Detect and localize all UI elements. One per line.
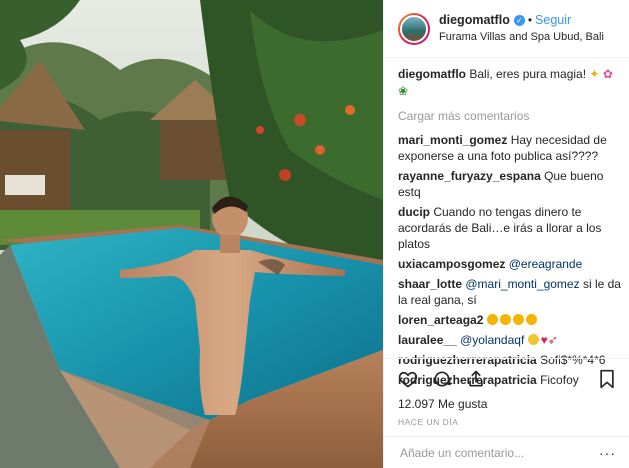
post-photo[interactable] [0,0,383,468]
smirk-icon [527,334,539,345]
username-link[interactable]: diegomatflo [439,13,510,28]
comment-input[interactable] [398,444,582,461]
verified-badge-icon: ✓ [513,14,525,26]
location-link[interactable]: Furama Villas and Spa Ubud, Bali [439,30,604,45]
comment-username[interactable]: loren_arteaga2 [398,313,483,327]
more-options-icon[interactable]: ··· [599,445,616,461]
sparkles-icon: ✦ [589,67,600,81]
comment-username[interactable]: lauralee__ [398,333,457,347]
heart-icon[interactable] [398,369,418,389]
comment-item: shaar_lotte @mari_monti_gomez si le da l… [398,276,622,308]
comment-item: mari_monti_gomez Hay necesidad de expone… [398,132,622,164]
comment-item: rayanne_furyazy_espana Que bueno estq [398,168,622,200]
bow-arrow-icon: ➶ [547,333,558,347]
bookmark-icon[interactable] [598,369,616,389]
heart-eyes-icon [486,314,498,325]
pool-scene-image [0,0,383,468]
comment-item: ducip Cuando no tengas dinero te acordar… [398,204,622,252]
add-comment-bar: ··· [384,436,629,468]
caption-text: Bali, eres pura magia! [469,67,587,81]
post-side-panel: diegomatflo ✓ • Seguir Furama Villas and… [383,0,629,468]
post-header: diegomatflo ✓ • Seguir Furama Villas and… [384,0,629,58]
post-caption: diegomatflo Bali, eres pura magia! ✦ ✿ ❀ [398,66,622,100]
post-actions-section: 12.097 Me gusta HACE UN DÍA [384,358,629,427]
comment-item: loren_arteaga2 [398,312,622,328]
avatar[interactable] [398,12,430,45]
follow-button[interactable]: Seguir [535,13,571,28]
comment-icon[interactable] [432,369,452,389]
action-bar [384,359,629,391]
likes-count[interactable]: 12.097 Me gusta [384,391,629,411]
comment-mention[interactable]: @yolandaqf [460,333,524,347]
comment-username[interactable]: shaar_lotte [398,277,462,291]
comment-mention[interactable]: @ereagrande [509,257,583,271]
heart-eyes-icon [512,314,524,325]
comments-list: diegomatflo Bali, eres pura magia! ✦ ✿ ❀… [398,66,622,392]
seedling-icon: ❀ [398,84,409,98]
comment-username[interactable]: rayanne_furyazy_espana [398,169,541,183]
red-heart-icon: ♥ [540,333,548,347]
comment-item: lauralee__ @yolandaqf ♥➶ [398,332,622,348]
separator-dot: • [527,12,533,27]
heart-eyes-icon [499,314,511,325]
comment-username[interactable]: uxiacamposgomez [398,257,505,271]
share-icon[interactable] [466,369,486,389]
comment-item: uxiacamposgomez @ereagrande [398,256,622,272]
comment-mention[interactable]: @mari_monti_gomez [465,277,579,291]
hibiscus-icon: ✿ [602,67,613,81]
post-timestamp: HACE UN DÍA [398,417,459,427]
load-more-comments-button[interactable]: Cargar más comentarios [398,109,622,124]
caption-username[interactable]: diegomatflo [398,67,466,81]
heart-eyes-icon [525,314,537,325]
comment-username[interactable]: mari_monti_gomez [398,133,507,147]
comment-username[interactable]: ducip [398,205,430,219]
